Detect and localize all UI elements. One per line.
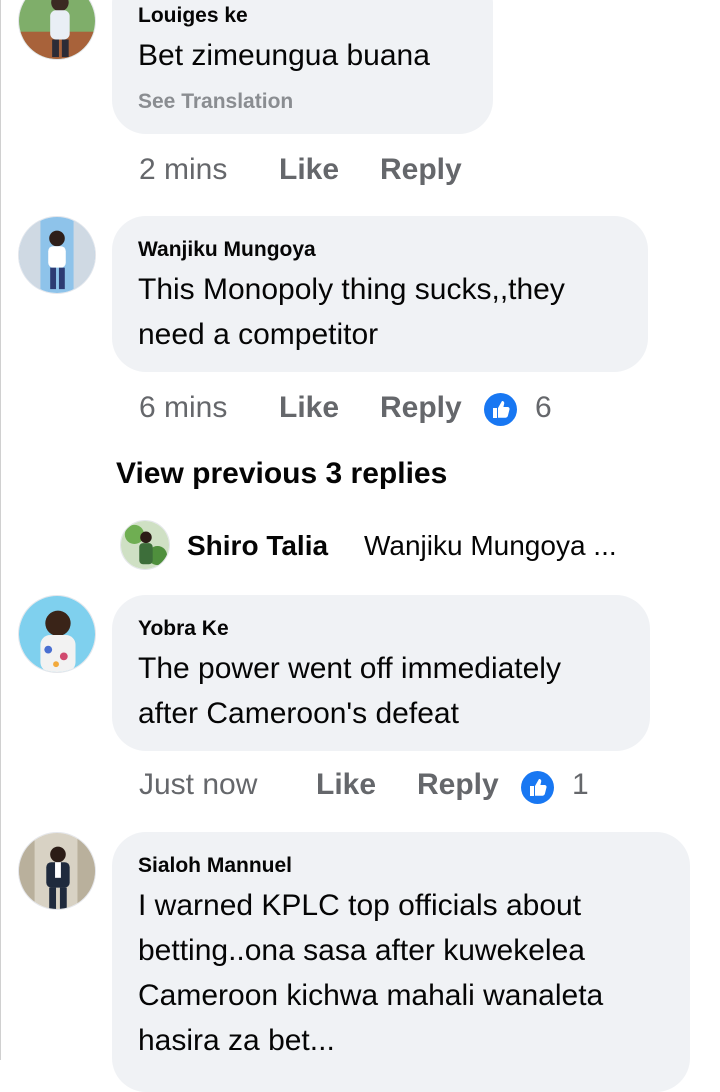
avatar-sialoh-mannuel[interactable] (18, 832, 96, 910)
reply-preview-text: Wanjiku Mungoya ... (364, 530, 617, 561)
like-button[interactable]: Like (279, 152, 339, 188)
person-avatar-icon (121, 521, 169, 569)
avatar-louiges-ke[interactable] (18, 0, 96, 60)
comment-text-line: after Cameroon's defeat (138, 697, 459, 730)
comment-text-line: hasira za bet... (138, 1024, 335, 1057)
comment-time: 6 mins (139, 391, 228, 424)
comment-text: Bet zimeungua buana (138, 39, 430, 72)
comment-bubble: Sialoh Mannuel I warned KPLC top officia… (112, 832, 690, 1092)
comment-text-line: Cameroon kichwa mahali wanaleta (138, 979, 604, 1012)
comment-bubble: Wanjiku Mungoya This Monopoly thing suck… (112, 216, 648, 372)
person-avatar-icon (19, 217, 95, 293)
comment-text-line: I warned KPLC top officials about (138, 889, 582, 922)
like-reaction-icon[interactable] (484, 393, 517, 426)
comment-author[interactable]: Yobra Ke (138, 617, 229, 641)
comment-text-line: need a competitor (138, 318, 379, 351)
comment-time: 2 mins (139, 153, 228, 186)
person-avatar-icon (19, 833, 95, 909)
comment-time: Just now (139, 768, 258, 801)
avatar-wanjiku-mungoya[interactable] (18, 216, 96, 294)
person-avatar-icon (19, 596, 95, 672)
reply-button[interactable]: Reply (380, 152, 462, 188)
see-translation-link[interactable]: See Translation (138, 90, 293, 114)
like-button[interactable]: Like (316, 767, 376, 803)
person-avatar-icon (19, 0, 95, 59)
comment-author[interactable]: Wanjiku Mungoya (138, 238, 316, 262)
comment-text-line: This Monopoly thing sucks,,they (138, 273, 565, 306)
comment-text-line: betting..ona sasa after kuwekelea (138, 934, 585, 967)
comment-text-line: The power went off immediately (138, 652, 561, 685)
reply-preview-author[interactable]: Shiro Talia (187, 530, 328, 562)
view-previous-replies-link[interactable]: View previous 3 replies (116, 457, 447, 491)
comment-bubble: Louiges ke Bet zimeungua buana See Trans… (112, 0, 493, 134)
comment-author[interactable]: Louiges ke (138, 4, 248, 28)
left-edge-divider (0, 0, 1, 1060)
avatar-shiro-talia (120, 520, 170, 570)
reply-button[interactable]: Reply (380, 390, 462, 426)
reply-preview-row[interactable]: Shiro Talia Wanjiku Mungoya ... (120, 520, 680, 572)
comment-bubble: Yobra Ke The power went off immediately … (112, 595, 650, 751)
comment-author[interactable]: Sialoh Mannuel (138, 854, 292, 878)
avatar-yobra-ke[interactable] (18, 595, 96, 673)
like-reaction-icon[interactable] (521, 771, 554, 804)
reply-button[interactable]: Reply (417, 767, 499, 803)
reaction-count[interactable]: 6 (535, 390, 552, 426)
comment-meta: 2 mins (139, 152, 227, 188)
reaction-count[interactable]: 1 (572, 767, 589, 803)
like-button[interactable]: Like (279, 390, 339, 426)
